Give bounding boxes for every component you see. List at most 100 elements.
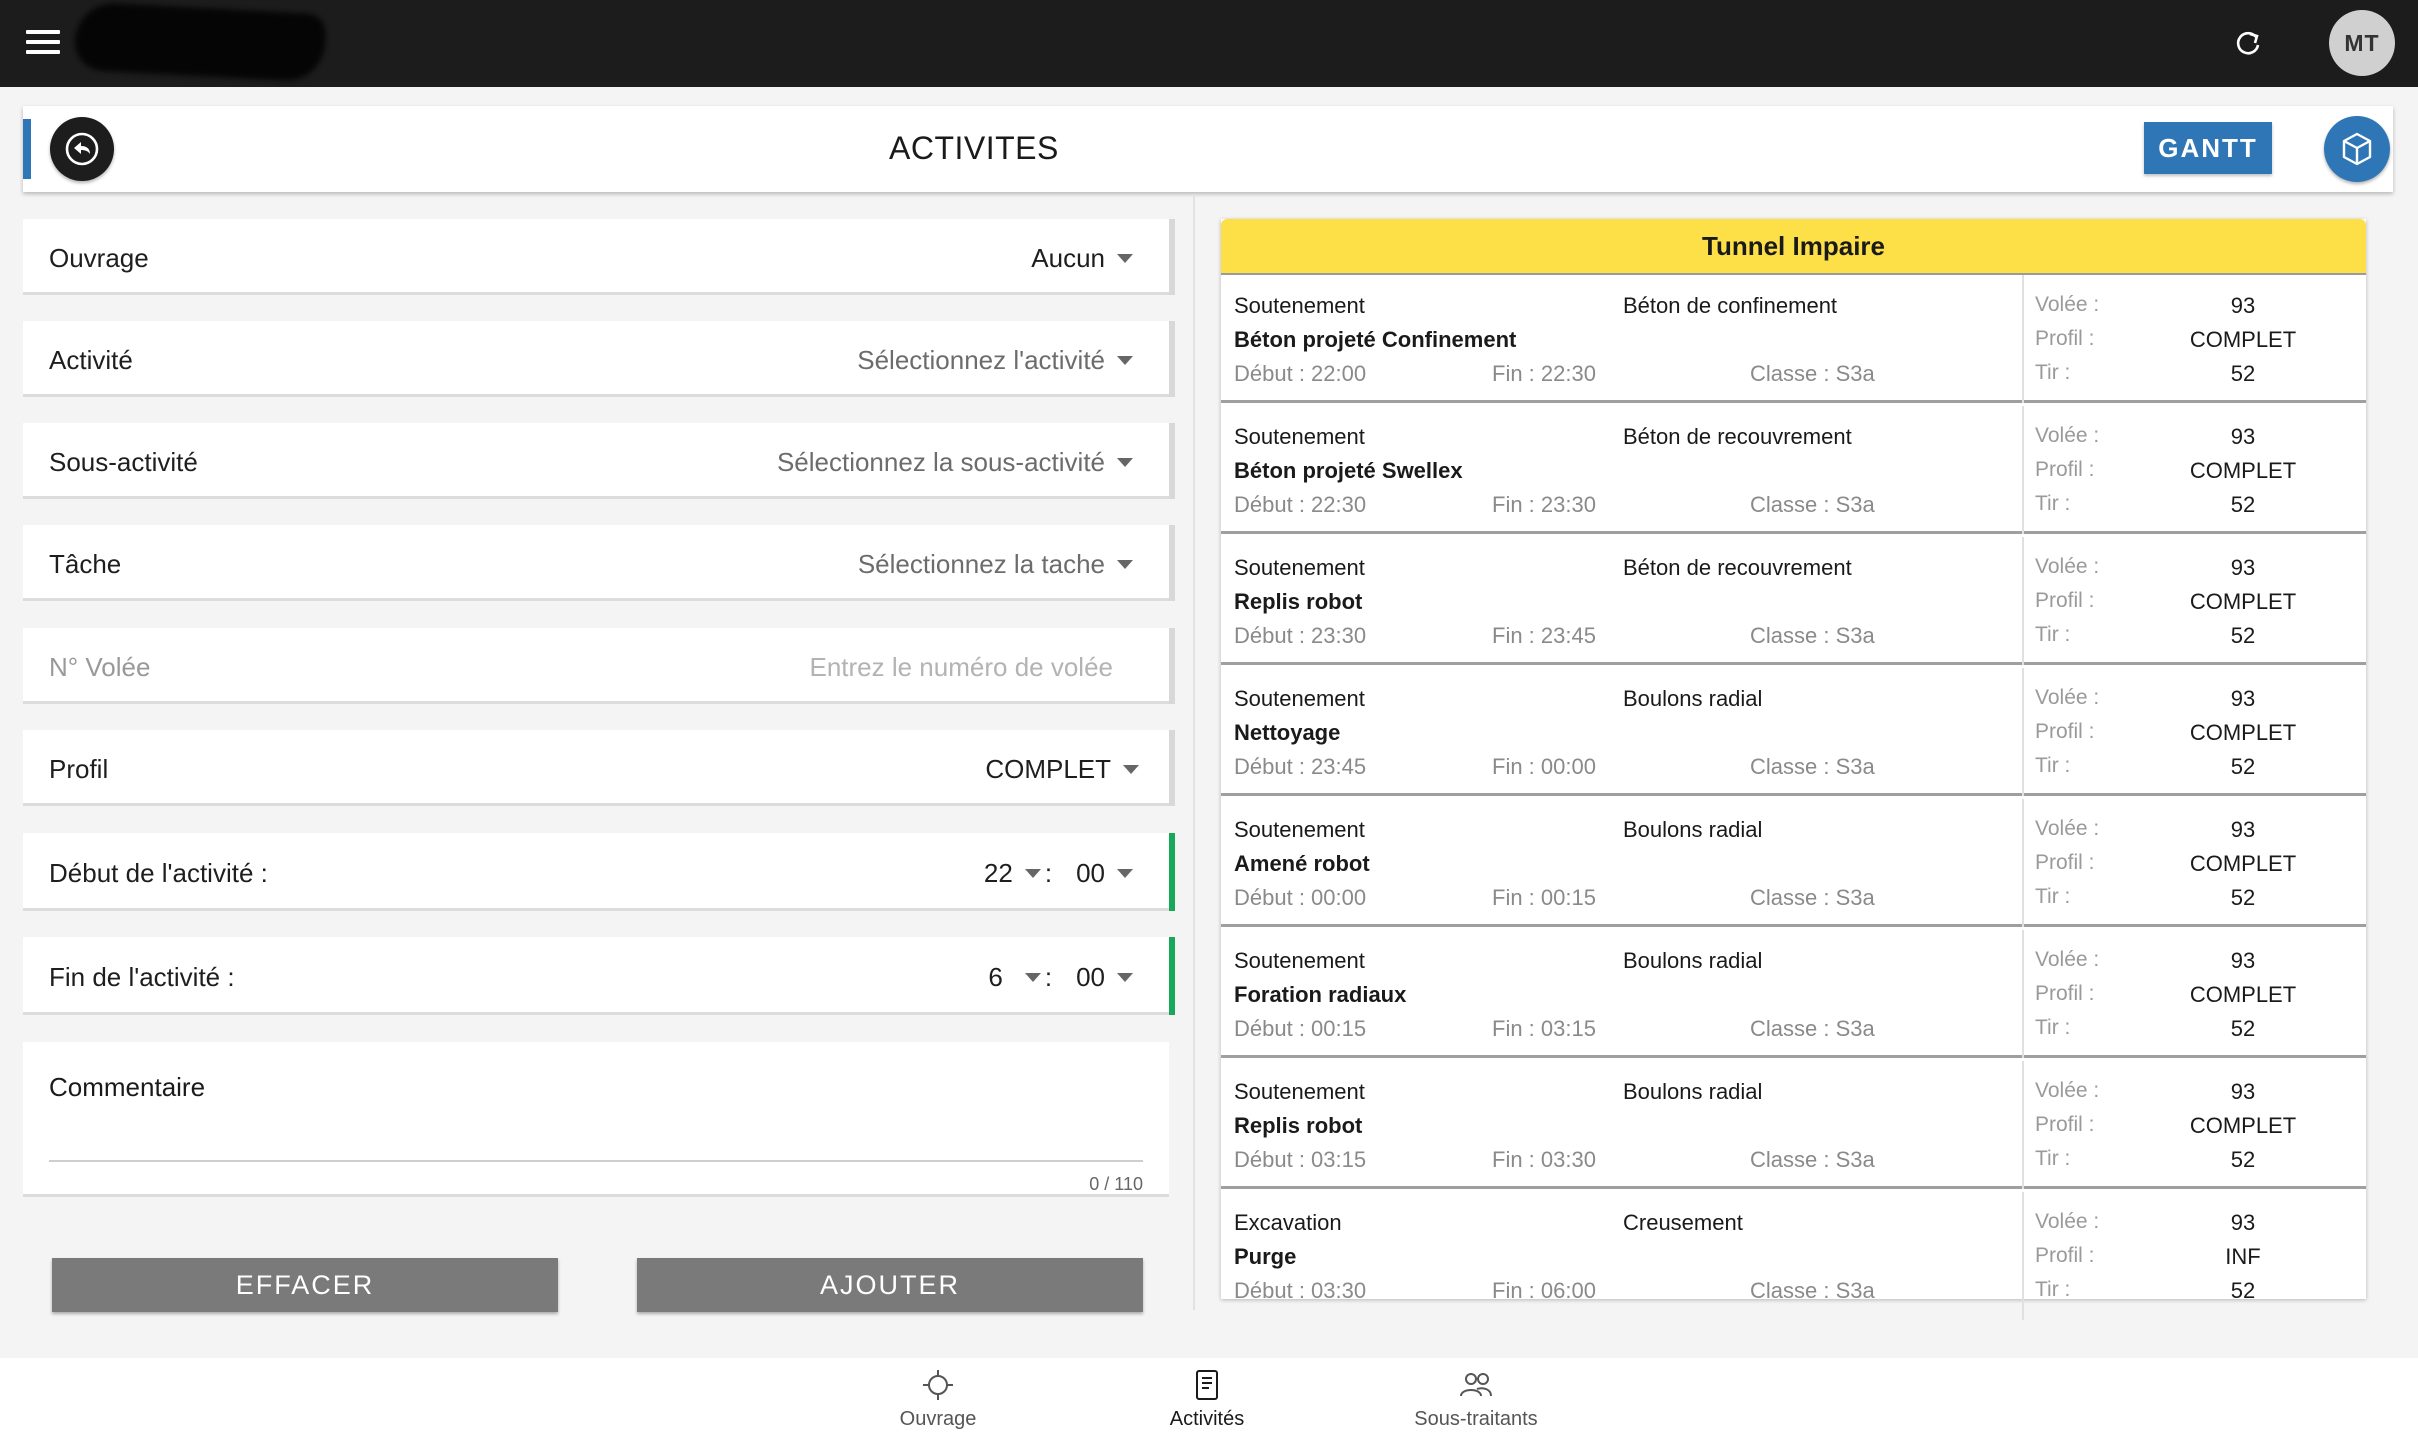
debut-time-picker: 22 : 00 <box>984 858 1133 889</box>
item-tir-value: 52 <box>2230 754 2256 779</box>
item-end-time: Fin : 00:00 <box>1492 754 1596 779</box>
item-volee-value: 93 <box>2230 817 2256 842</box>
nav-activites-label: Activités <box>1169 1408 1245 1430</box>
list-item[interactable]: Soutenement Béton de recouvrement Replis r… <box>1221 537 2366 665</box>
chevron-down-icon <box>1117 869 1133 878</box>
list-item[interactable]: Soutenement Béton de recouvrement Béton pr… <box>1221 406 2366 534</box>
profil-value[interactable]: COMPLET <box>985 754 1139 785</box>
volee-placeholder[interactable]: Entrez le numéro de volée <box>809 652 1113 683</box>
list-title: Tunnel Impaire <box>1221 219 2366 275</box>
debut-minute-select[interactable]: 00 <box>1076 858 1133 889</box>
sous-activite-value[interactable]: Sélectionnez la sous-activité <box>777 447 1133 478</box>
menu-icon[interactable] <box>26 28 60 56</box>
chevron-down-icon <box>1117 254 1133 263</box>
avatar[interactable]: MT <box>2329 10 2395 76</box>
ouvrage-select[interactable]: Ouvrage Aucun <box>23 219 1175 295</box>
item-start-time: Début : 22:00 <box>1234 361 1367 386</box>
fin-minute-select[interactable]: 00 <box>1076 962 1133 993</box>
people-icon <box>1460 1373 1492 1397</box>
debut-hour-select[interactable]: 22 <box>984 858 1041 889</box>
fin-label: Fin de l'activité : <box>49 962 235 992</box>
item-start-time: Début : 00:00 <box>1234 885 1367 910</box>
item-separator <box>2022 668 2024 796</box>
fin-hour-select[interactable]: 6 <box>988 962 1041 993</box>
effacer-button[interactable]: EFFACER <box>52 1258 558 1312</box>
profil-label: Profil <box>49 754 109 784</box>
item-separator <box>2022 930 2024 1058</box>
back-arrow-icon <box>65 132 99 166</box>
item-profil-value: COMPLET <box>2189 851 2297 876</box>
item-profil-value: COMPLET <box>2189 720 2297 745</box>
activite-select[interactable]: Activité Sélectionnez l'activité <box>23 321 1175 397</box>
profil-select[interactable]: Profil COMPLET <box>23 730 1175 806</box>
fin-minute-value: 00 <box>1076 962 1105 992</box>
item-class: Classe : S3a <box>1750 492 1875 517</box>
item-profil-label: Profil : <box>2035 720 2095 743</box>
sous-activite-select[interactable]: Sous-activité Sélectionnez la sous-activ… <box>23 423 1175 499</box>
activite-label: Activité <box>49 345 133 375</box>
item-name: Béton projeté Confinement <box>1234 327 1517 352</box>
list-item[interactable]: Soutenement Boulons radial Amené robot Débu… <box>1221 799 2366 927</box>
nav-ouvrage[interactable]: Ouvrage <box>838 1368 1038 1431</box>
field-edge <box>1169 219 1175 295</box>
volee-input[interactable]: N° Volée Entrez le numéro de volée <box>23 628 1175 704</box>
item-subcategory: Boulons radial <box>1623 948 1763 973</box>
volee-label: N° Volée <box>49 652 151 682</box>
commentaire-textarea[interactable]: Commentaire 0 / 110 <box>23 1042 1169 1197</box>
item-volee-value: 93 <box>2230 1210 2256 1235</box>
gantt-button[interactable]: GANTT <box>2144 122 2272 174</box>
item-name: Replis robot <box>1234 1113 1363 1138</box>
fin-time-picker: 6 : 00 <box>988 962 1133 993</box>
list-item[interactable]: Soutenement Boulons radial Foration radiau… <box>1221 930 2366 1058</box>
item-category: Soutenement <box>1234 1079 1365 1104</box>
tache-value[interactable]: Sélectionnez la tache <box>858 549 1133 580</box>
cube-button[interactable] <box>2324 116 2390 182</box>
list-item[interactable]: Excavation Creusement Purge Début : 03:30 Fi… <box>1221 1192 2366 1320</box>
item-category: Soutenement <box>1234 293 1365 318</box>
tache-select[interactable]: Tâche Sélectionnez la tache <box>23 525 1175 601</box>
item-category: Soutenement <box>1234 555 1365 580</box>
item-end-time: Fin : 03:30 <box>1492 1147 1596 1172</box>
nav-activites[interactable]: Activités <box>1107 1368 1307 1431</box>
item-category: Excavation <box>1234 1210 1342 1235</box>
nav-ouvrage-label: Ouvrage <box>899 1408 977 1430</box>
activite-value[interactable]: Sélectionnez l'activité <box>857 345 1133 376</box>
item-subcategory: Creusement <box>1623 1210 1743 1235</box>
item-start-time: Début : 03:15 <box>1234 1147 1367 1172</box>
item-profil-label: Profil : <box>2035 458 2095 481</box>
field-edge <box>1169 321 1175 397</box>
item-volee-value: 93 <box>2230 1079 2256 1104</box>
item-start-time: Début : 03:30 <box>1234 1278 1367 1303</box>
item-tir-label: Tir : <box>2035 1016 2071 1039</box>
refresh-icon[interactable] <box>2228 24 2268 64</box>
page-title: ACTIVITES <box>889 130 1059 166</box>
item-profil-label: Profil : <box>2035 851 2095 874</box>
ouvrage-value[interactable]: Aucun <box>1031 243 1133 274</box>
nav-sous-traitants[interactable]: Sous-traitants <box>1376 1368 1576 1431</box>
header-accent-bar <box>23 119 31 179</box>
item-separator <box>2022 799 2024 927</box>
item-profil-value: INF <box>2225 1244 2261 1269</box>
item-class: Classe : S3a <box>1750 1147 1875 1172</box>
item-tir-label: Tir : <box>2035 885 2071 908</box>
list-item[interactable]: Soutenement Boulons radial Replis robot Déb… <box>1221 1061 2366 1189</box>
item-subcategory: Béton de recouvrement <box>1623 424 1852 449</box>
item-volee-value: 93 <box>2230 424 2256 449</box>
item-name: Replis robot <box>1234 589 1363 614</box>
time-separator: : <box>1044 962 1053 992</box>
item-tir-value: 52 <box>2230 623 2256 648</box>
item-tir-label: Tir : <box>2035 1278 2071 1301</box>
back-button[interactable] <box>50 117 114 181</box>
valid-indicator <box>1169 833 1175 911</box>
list-item[interactable]: Soutenement Boulons radial Nettoyage Début … <box>1221 668 2366 796</box>
field-edge <box>1169 628 1175 704</box>
item-separator <box>2022 1061 2024 1189</box>
list-item[interactable]: Soutenement Béton de confinement Béton pro… <box>1221 275 2366 403</box>
item-name: Foration radiaux <box>1234 982 1407 1007</box>
activities-list: Tunnel Impaire Soutenement Béton de confi… <box>1221 219 2366 1320</box>
column-divider <box>1193 196 1195 1310</box>
item-class: Classe : S3a <box>1750 754 1875 779</box>
chevron-down-icon <box>1123 765 1139 774</box>
ajouter-button[interactable]: AJOUTER <box>637 1258 1143 1312</box>
fin-hour-value: 6 <box>988 962 1003 992</box>
